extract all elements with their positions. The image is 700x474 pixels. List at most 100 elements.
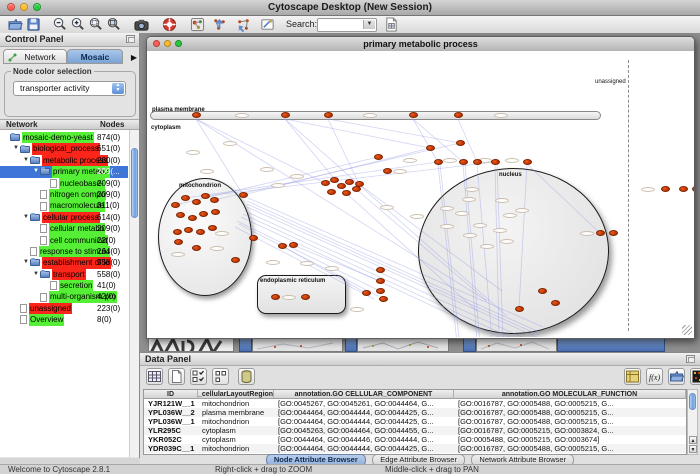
delete-attribute-icon[interactable] [238, 368, 255, 385]
background-window-titlebar[interactable] [345, 338, 357, 352]
graph-node[interactable] [596, 230, 605, 236]
graph-node[interactable] [321, 180, 330, 186]
tree-row[interactable]: ▼transport558(0) [0, 269, 128, 280]
vizmapper-icon[interactable] [190, 17, 205, 32]
graph-node[interactable] [692, 186, 694, 192]
table-row[interactable]: YPL036W__1mitochondrion[GO:0044464, GO:0… [144, 417, 686, 426]
zoom-fit-icon[interactable] [106, 17, 121, 32]
table-row[interactable]: YLR295Ccytoplasm[GO:0045263, GO:0044464,… [144, 426, 686, 435]
graph-node[interactable] [173, 229, 182, 235]
tree-row[interactable]: unassigned223(0) [0, 303, 128, 314]
graph-node[interactable] [679, 186, 688, 192]
expander-icon[interactable]: ▼ [32, 166, 40, 177]
tree-row[interactable]: mosaic-demo-yeast874(0) [0, 132, 128, 143]
graph-node[interactable] [459, 159, 468, 165]
table-row[interactable]: YPL036W__2plasma membrane[GO:0044464, GO… [144, 408, 686, 417]
apply-layout-b-icon[interactable] [236, 17, 251, 32]
tree-row[interactable]: macromolecule311(0) [0, 200, 128, 211]
graph-node[interactable] [278, 243, 287, 249]
import-attributes-icon[interactable] [668, 368, 685, 385]
table-row[interactable]: YKR052Ccytoplasm[GO:0044464, GO:0044446,… [144, 435, 686, 444]
graph-node[interactable] [196, 229, 205, 235]
tree-row[interactable]: secretion41(0) [0, 280, 128, 291]
graph-node[interactable] [231, 257, 240, 263]
graph-node[interactable] [376, 278, 385, 284]
table-scrollbar-thumb[interactable] [689, 393, 696, 410]
network-window-titlebar[interactable]: primary metabolic process [147, 37, 694, 52]
background-window-titlebar[interactable] [239, 338, 252, 352]
tab-network[interactable]: Network [3, 49, 67, 64]
graph-node[interactable] [383, 168, 392, 174]
open-icon[interactable] [8, 17, 23, 32]
tab-mosaic[interactable]: Mosaic [67, 49, 123, 64]
expander-icon[interactable]: ▼ [22, 212, 30, 223]
graph-node[interactable] [374, 154, 383, 160]
graph-node[interactable] [661, 186, 670, 192]
graph-node[interactable] [538, 288, 547, 294]
attribute-panel-icon[interactable] [624, 368, 641, 385]
column-header[interactable]: annotation.GO CELLULAR_COMPONENT [274, 390, 454, 399]
column-header[interactable]: ID [144, 390, 198, 399]
table-row[interactable]: YJR121W__1mitochondrion[GO:0045267, GO:0… [144, 399, 686, 408]
expander-icon[interactable]: ▼ [22, 155, 30, 166]
network-snapshot-icon[interactable] [134, 17, 149, 32]
tree-row[interactable]: ▼primary metabo209(... [0, 166, 128, 177]
tree-row[interactable]: nitrogen compo209(0) [0, 189, 128, 200]
graph-node[interactable] [434, 159, 443, 165]
graph-node[interactable] [345, 179, 354, 185]
tree-row[interactable]: cellular metabo209(0) [0, 223, 128, 234]
graph-node[interactable] [174, 239, 183, 245]
graph-node[interactable] [188, 215, 197, 221]
attribute-grid-icon[interactable] [146, 368, 163, 385]
tree-row[interactable]: ▼establishment of lo558(0) [0, 257, 128, 268]
graph-node[interactable] [249, 235, 258, 241]
graph-node[interactable] [281, 112, 290, 118]
graph-node[interactable] [301, 294, 310, 300]
tree-row[interactable]: response to stimulu264(0) [0, 246, 128, 257]
attribute-table[interactable]: ID_cellularLayoutRegionannotation.GO CEL… [143, 389, 687, 455]
save-icon[interactable] [26, 17, 41, 32]
graph-node[interactable] [184, 227, 193, 233]
graph-node[interactable] [473, 159, 482, 165]
graph-node[interactable] [199, 211, 208, 217]
graph-node[interactable] [289, 242, 298, 248]
new-attribute-icon[interactable] [168, 368, 185, 385]
graph-node[interactable] [409, 112, 418, 118]
apply-layout-a-icon[interactable] [212, 17, 227, 32]
background-window-sliver[interactable] [252, 338, 343, 352]
zoom-out-icon[interactable] [52, 17, 67, 32]
tree-col-nodes[interactable]: Nodes [100, 120, 124, 130]
float-panel-icon[interactable] [126, 35, 135, 43]
node-color-dropdown[interactable]: transporter activity ▲▼ [13, 81, 126, 96]
graph-node[interactable] [211, 209, 220, 215]
graph-node[interactable] [176, 212, 185, 218]
graph-node[interactable] [551, 300, 560, 306]
graph-node[interactable] [192, 245, 201, 251]
annotation-icon[interactable] [260, 17, 275, 32]
table-row[interactable]: YDR039C__1mitochondrion[GO:0044464, GO:0… [144, 444, 686, 453]
zoom-in-icon[interactable] [70, 17, 85, 32]
network-canvas[interactable]: plasma membrane cytoplasm mitochondrion … [147, 51, 694, 337]
graph-node[interactable] [192, 199, 201, 205]
column-header[interactable]: _cellularLayoutRegion [198, 390, 274, 399]
tree-row[interactable]: nucleobase-209(0) [0, 178, 128, 189]
chevron-down-icon[interactable]: ▼ [363, 20, 375, 29]
tree-scrollbar-thumb[interactable] [131, 148, 138, 218]
graph-node[interactable] [376, 267, 385, 273]
graph-node[interactable] [376, 288, 385, 294]
graph-node[interactable] [181, 195, 190, 201]
window-resize-grip[interactable] [682, 325, 692, 335]
table-scrollbar[interactable]: ▲ ▼ [687, 389, 698, 455]
graph-node[interactable] [210, 197, 219, 203]
graph-node[interactable] [454, 112, 463, 118]
graph-node[interactable] [342, 190, 351, 196]
zoom-selected-region-icon[interactable] [88, 17, 103, 32]
graph-node[interactable] [201, 193, 210, 199]
graph-node[interactable] [523, 159, 532, 165]
graph-node[interactable] [491, 159, 500, 165]
import-table-icon[interactable] [384, 17, 399, 32]
select-attributes-icon[interactable] [190, 368, 207, 385]
tree-col-network[interactable]: Network [6, 120, 38, 130]
tree-row[interactable]: Overview8(0) [0, 314, 128, 325]
graph-node[interactable] [362, 290, 371, 296]
